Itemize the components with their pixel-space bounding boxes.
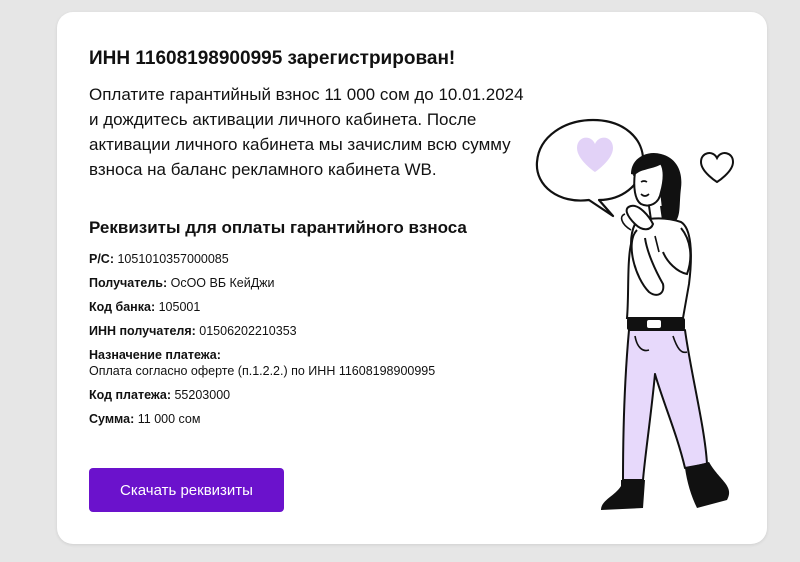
requisite-label: Р/С:: [89, 252, 114, 266]
download-requisites-button[interactable]: Скачать реквизиты: [89, 468, 284, 512]
requisite-value: Оплата согласно оферте (п.1.2.2.) по ИНН…: [89, 364, 436, 378]
card-content: ИНН 11608198900995 зарегистрирован! Опла…: [89, 46, 529, 435]
requisite-label: ИНН получателя:: [89, 324, 196, 338]
requisites-list: Р/С: 1051010357000085 Получатель: ОсОО В…: [89, 251, 529, 427]
requisite-label: Код банка:: [89, 300, 156, 314]
heart-outline-icon: [699, 152, 735, 184]
requisite-rs: Р/С: 1051010357000085: [89, 251, 529, 267]
requisite-label: Сумма:: [89, 412, 135, 426]
requisite-amount: Сумма: 11 000 сом: [89, 411, 529, 427]
requisite-value: 01506202210353: [199, 324, 297, 338]
requisite-label: Получатель:: [89, 276, 168, 290]
requisite-purpose: Назначение платежа: Оплата согласно офер…: [89, 347, 529, 379]
requisite-payment-code: Код платежа: 55203000: [89, 387, 529, 403]
requisite-value: 105001: [158, 300, 201, 314]
payment-instructions: Оплатите гарантийный взнос 11 000 сом до…: [89, 85, 524, 179]
requisite-bank-code: Код банка: 105001: [89, 299, 529, 315]
requisite-value: ОсОО ВБ КейДжи: [170, 276, 275, 290]
requisite-value: 1051010357000085: [117, 252, 229, 266]
clapping-woman-illustration: [535, 118, 735, 510]
requisite-value: 11 000 сом: [137, 412, 201, 426]
registration-title: ИНН 11608198900995 зарегистрирован!: [89, 48, 456, 69]
requisite-recipient-inn: ИНН получателя: 01506202210353: [89, 323, 529, 339]
requisite-value: 55203000: [174, 388, 231, 402]
requisite-label: Код платежа:: [89, 388, 171, 402]
requisite-recipient: Получатель: ОсОО ВБ КейДжи: [89, 275, 529, 291]
speech-bubble-icon: [535, 118, 645, 218]
registration-card: ИНН 11608198900995 зарегистрирован! Опла…: [57, 12, 767, 544]
requisite-label: Назначение платежа:: [89, 348, 221, 362]
requisites-heading: Реквизиты для оплаты гарантийного взноса: [89, 218, 467, 237]
